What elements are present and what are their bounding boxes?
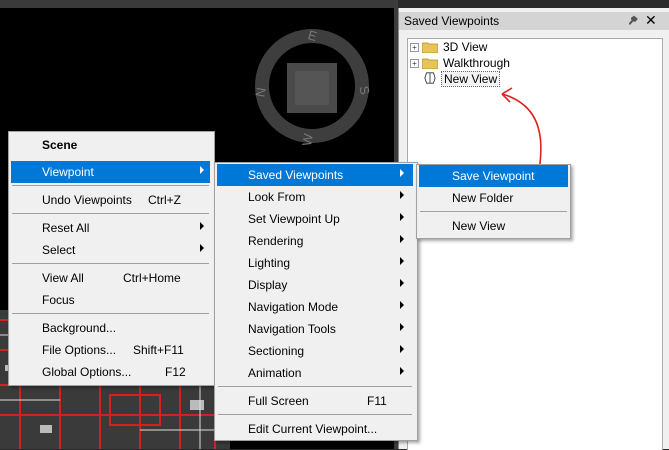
compass-south-label: S — [356, 85, 372, 96]
menu-item-new-folder[interactable]: New Folder — [419, 187, 568, 209]
menu-item-select[interactable]: Select — [11, 239, 210, 261]
panel-header: Saved Viewpoints ✕ — [399, 12, 669, 30]
menu-item-sectioning[interactable]: Sectioning — [217, 340, 413, 362]
menu-item-scene[interactable]: Scene — [11, 134, 210, 156]
menu-item-background[interactable]: Background... — [11, 317, 210, 339]
menu-item-undo-viewpoints[interactable]: Undo Viewpoints Ctrl+Z — [11, 189, 210, 211]
menu-item-edit-current-viewpoint[interactable]: Edit Current Viewpoint... — [217, 418, 413, 440]
menu-item-saved-viewpoints[interactable]: Saved Viewpoints — [217, 164, 413, 186]
submenu-arrow-icon — [200, 222, 204, 230]
viewport-top-bar — [0, 0, 394, 8]
menu-separator — [12, 313, 209, 314]
menu-item-full-screen[interactable]: Full Screen F11 — [217, 390, 413, 412]
menu-item-reset-all[interactable]: Reset All — [11, 217, 210, 239]
pin-icon[interactable] — [627, 14, 639, 26]
menu-separator — [218, 414, 412, 415]
saved-viewpoints-submenu: Save Viewpoint New Folder New View — [416, 164, 571, 239]
viewpoint-submenu: Saved Viewpoints Look From Set Viewpoint… — [214, 162, 418, 441]
tree-item-label: Walkthrough — [443, 56, 510, 70]
menu-separator — [420, 211, 567, 212]
submenu-arrow-icon — [400, 213, 404, 221]
submenu-arrow-icon — [400, 235, 404, 243]
menu-item-rendering[interactable]: Rendering — [217, 230, 413, 252]
panel-title: Saved Viewpoints — [404, 14, 500, 28]
close-icon[interactable]: ✕ — [645, 12, 657, 28]
menu-item-set-viewpoint-up[interactable]: Set Viewpoint Up — [217, 208, 413, 230]
menu-item-save-viewpoint[interactable]: Save Viewpoint — [419, 165, 568, 187]
tree-item-walkthrough[interactable]: + Walkthrough — [408, 55, 658, 71]
submenu-arrow-icon — [200, 166, 204, 174]
menu-item-view-all[interactable]: View All Ctrl+Home — [11, 267, 210, 289]
submenu-arrow-icon — [400, 367, 404, 375]
menu-item-navigation-tools[interactable]: Navigation Tools — [217, 318, 413, 340]
menu-separator — [12, 263, 209, 264]
viewpoint-icon — [424, 72, 436, 84]
submenu-arrow-icon — [400, 257, 404, 265]
menu-item-new-view[interactable]: New View — [419, 215, 568, 237]
submenu-arrow-icon — [400, 323, 404, 331]
submenu-arrow-icon — [200, 244, 204, 252]
expand-icon[interactable]: + — [410, 43, 419, 52]
tree-item-3d-view[interactable]: + 3D View — [408, 39, 658, 55]
expand-icon[interactable]: + — [410, 59, 419, 68]
menu-item-look-from[interactable]: Look From — [217, 186, 413, 208]
menu-item-global-options[interactable]: Global Options... F12 — [11, 361, 210, 383]
menu-item-viewpoint[interactable]: Viewpoint — [11, 161, 210, 183]
viewcube-face-icon — [295, 71, 329, 105]
submenu-arrow-icon — [400, 169, 404, 177]
submenu-arrow-icon — [400, 279, 404, 287]
menu-separator — [12, 213, 209, 214]
submenu-arrow-icon — [400, 191, 404, 199]
menu-item-navigation-mode[interactable]: Navigation Mode — [217, 296, 413, 318]
submenu-arrow-icon — [400, 301, 404, 309]
menu-item-file-options[interactable]: File Options... Shift+F11 — [11, 339, 210, 361]
menu-item-lighting[interactable]: Lighting — [217, 252, 413, 274]
menu-separator — [12, 185, 209, 186]
folder-icon — [422, 42, 438, 53]
folder-icon — [422, 58, 438, 69]
tree-item-label: 3D View — [443, 40, 488, 54]
menu-item-focus[interactable]: Focus — [11, 289, 210, 311]
viewcube-compass[interactable]: E N S W — [252, 26, 372, 146]
menu-item-display[interactable]: Display — [217, 274, 413, 296]
context-menu: Scene Viewpoint Undo Viewpoints Ctrl+Z R… — [8, 131, 215, 386]
menu-item-animation[interactable]: Animation — [217, 362, 413, 384]
menu-separator — [218, 386, 412, 387]
submenu-arrow-icon — [400, 345, 404, 353]
